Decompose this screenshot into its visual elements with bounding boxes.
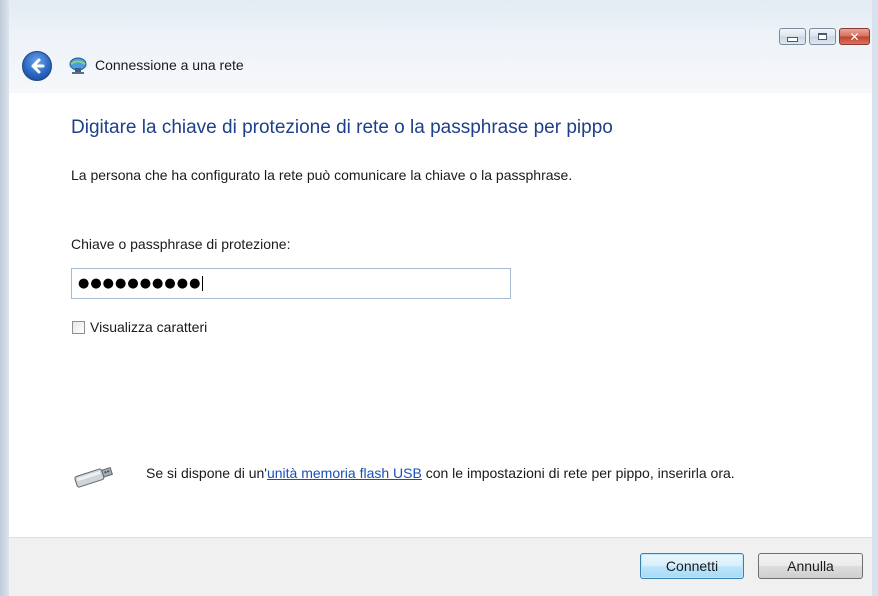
usb-drive-icon: [74, 466, 113, 488]
close-icon: ✕: [849, 29, 860, 44]
cancel-button[interactable]: Annulla: [758, 553, 863, 579]
text-caret: [202, 276, 204, 291]
security-key-masked-value: ●●●●●●●●●●: [78, 276, 202, 291]
usb-text-before: Se si dispone di un': [146, 465, 267, 481]
dialog-window: ✕ Connessione a una rete Digitare la chi…: [0, 0, 878, 596]
maximize-icon: [818, 33, 827, 40]
maximize-button[interactable]: [809, 28, 836, 45]
network-connection-icon: [69, 57, 87, 74]
page-heading: Digitare la chiave di protezione di rete…: [71, 117, 613, 138]
window-frame-left: [0, 0, 9, 596]
window-title: Connessione a una rete: [95, 57, 244, 73]
minimize-icon: [787, 37, 798, 42]
show-characters-label: Visualizza caratteri: [90, 319, 208, 335]
usb-flash-drive-link[interactable]: unità memoria flash USB: [267, 465, 422, 481]
close-button[interactable]: ✕: [839, 28, 870, 45]
show-characters-option[interactable]: Visualizza caratteri: [72, 319, 207, 335]
description-text: La persona che ha configurato la rete pu…: [71, 167, 573, 183]
connect-button[interactable]: Connetti: [640, 553, 744, 579]
back-button[interactable]: [22, 51, 52, 81]
window-frame-right: [872, 0, 878, 596]
security-key-input[interactable]: ●●●●●●●●●●: [71, 268, 511, 299]
back-arrow-icon: [31, 58, 45, 74]
minimize-button[interactable]: [779, 28, 806, 45]
title-bar: [0, 0, 878, 93]
show-characters-checkbox[interactable]: [72, 320, 85, 334]
usb-instructions: Se si dispone di un'unità memoria flash …: [146, 463, 786, 483]
security-key-label: Chiave o passphrase di protezione:: [71, 236, 291, 252]
usb-text-after: con le impostazioni di rete per pippo, i…: [421, 465, 735, 481]
caption-buttons: ✕: [779, 28, 870, 45]
